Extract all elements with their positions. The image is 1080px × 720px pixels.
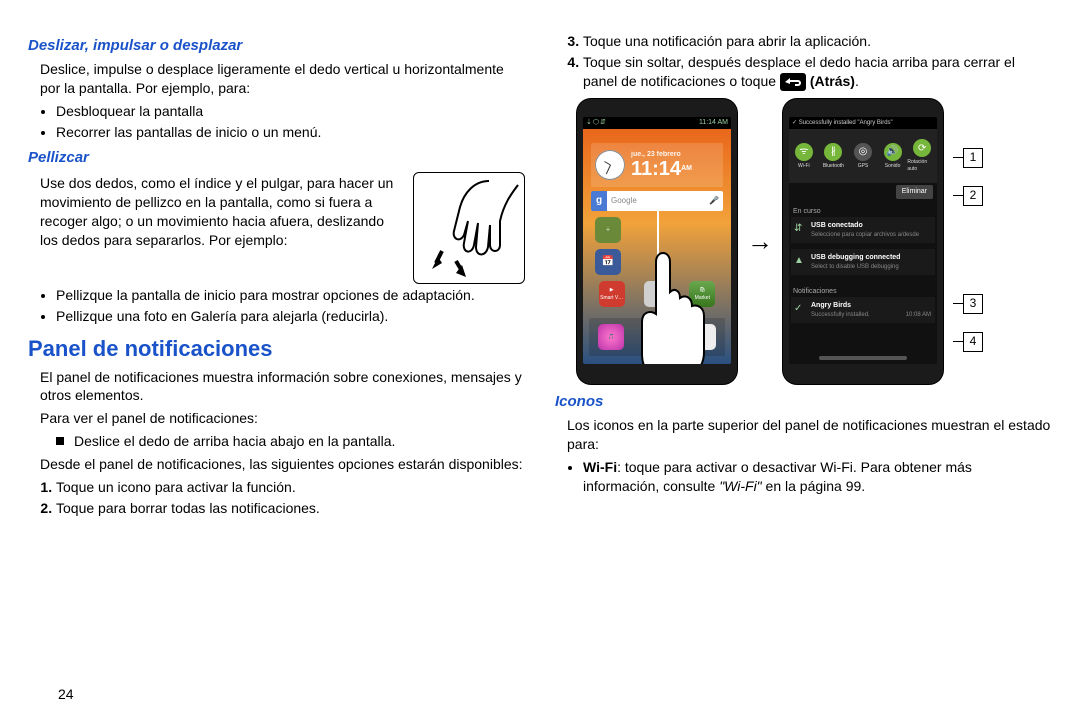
heading-iconos: Iconos [555,392,1052,412]
page-number: 24 [58,686,74,702]
clear-button: Eliminar [896,185,933,198]
status-time: 11:14 AM [699,118,728,127]
bullet-pinch-home: Pellizque la pantalla de inicio para mos… [56,286,525,305]
callout-3: 3 [963,294,983,314]
quick-toggles: ᯤWi-Fi ∦Bluetooth ◎GPS 🔊Sonido ⟳Rotación… [789,129,937,183]
arrow-icon: → [747,224,773,259]
step-3: Toque una notificación para abrir la apl… [583,32,1052,51]
para-pinch: Use dos dedos, como el índice y el pulga… [40,174,403,250]
step-4: Toque sin soltar, después desplace el de… [583,53,1052,91]
widget-date: jue., 23 febrero [631,150,692,159]
toggle-sound: 🔊Sonido [878,129,908,183]
phone-homescreen-illustration: ⇣⬡⇵ 11:14 AM jue., 23 febrero 11:14AM [577,99,737,384]
callout-4: 4 [963,332,983,352]
heading-deslizar: Deslizar, impulsar o desplazar [28,36,525,56]
finger-drag-icon [638,202,718,364]
bullet-wifi: Wi-Fi: toque para activar o desactivar W… [583,458,1052,496]
app-install-icon: ✓ [794,302,806,314]
bullet-wifi-page: en la página 99. [762,478,866,494]
para-slide-intro: Deslice, impulse o desplace ligeramente … [40,60,525,98]
bullet-pinch-gallery: Pellizque una foto en Galería para aleja… [56,307,525,326]
smartv-icon: ▶Smart V… [599,281,625,307]
install-toast: Successfully installed "Angry Birds" [799,120,893,126]
notif-angry-birds: ✓ Angry Birds Successfully installed. 10… [791,297,935,323]
add-icon: ＋ [595,217,621,243]
bullet-wifi-ref: "Wi-Fi" [719,478,761,494]
callout-1: 1 [963,148,983,168]
notif-usb-debugging: ▲ USB debugging connected Select to disa… [791,249,935,275]
music-icon: 🎵 [598,324,624,350]
para-panel-intro: El panel de notificaciones muestra infor… [40,368,525,406]
square-bullet-icon [56,437,64,445]
para-iconos: Los iconos en la parte superior del pane… [567,416,1052,454]
toggle-wifi: ᯤWi-Fi [789,129,819,183]
heading-pellizcar: Pellizcar [28,148,525,168]
debug-icon: ▲ [794,254,806,266]
toggle-bluetooth: ∦Bluetooth [819,129,849,183]
google-icon: g [591,191,607,211]
para-panel-opts: Desde el panel de notificaciones, las si… [40,455,525,474]
toggle-gps: ◎GPS [848,129,878,183]
toggle-rotation: ⟳Rotación auto [907,129,937,183]
step-1: Toque un icono para activar la función. [56,478,525,497]
callout-2: 2 [963,186,983,206]
usb-icon: ⇵ [794,222,806,234]
back-key-icon [780,73,806,91]
pinch-illustration [413,172,525,284]
step-swipe-down: Deslice el dedo de arriba hacia abajo en… [56,432,525,451]
para-panel-ver: Para ver el panel de notificaciones: [40,409,525,428]
step-2: Toque para borrar todas las notificacion… [56,499,525,518]
step-4-atras: (Atrás) [810,73,855,89]
callouts: 1 2 3 4 [953,132,983,352]
widget-time: 11:14AM [631,158,692,180]
panel-handle [819,356,908,360]
step-swipe-down-text: Deslice el dedo de arriba hacia abajo en… [74,432,395,451]
clock-icon [595,150,625,180]
heading-panel-notif: Panel de notificaciones [28,334,525,364]
phone-notification-panel-illustration: ✓ Successfully installed "Angry Birds" ᯤ… [783,99,943,384]
bullet-scroll-home: Recorrer las pantallas de inicio o un me… [56,123,525,142]
bullet-unlock: Desbloquear la pantalla [56,102,525,121]
notif-usb-connected: ⇵ USB conectado Seleccione para copiar a… [791,217,935,243]
bullet-wifi-label: Wi-Fi [583,459,617,475]
calendar-icon: 📅 [595,249,621,275]
